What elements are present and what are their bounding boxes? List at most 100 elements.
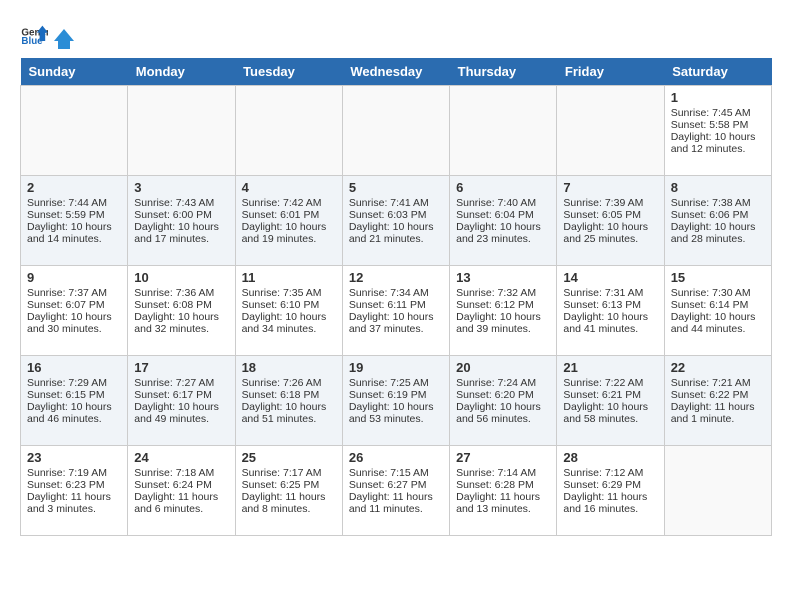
calendar-header-row: SundayMondayTuesdayWednesdayThursdayFrid… xyxy=(21,58,772,86)
day-info: Sunrise: 7:14 AM xyxy=(456,467,550,479)
day-header-monday: Monday xyxy=(128,58,235,86)
calendar-cell: 15Sunrise: 7:30 AMSunset: 6:14 PMDayligh… xyxy=(664,266,771,356)
calendar-cell: 2Sunrise: 7:44 AMSunset: 5:59 PMDaylight… xyxy=(21,176,128,266)
calendar-cell: 12Sunrise: 7:34 AMSunset: 6:11 PMDayligh… xyxy=(342,266,449,356)
day-info: Daylight: 10 hours and 51 minutes. xyxy=(242,401,336,425)
day-number: 9 xyxy=(27,270,121,285)
day-info: Daylight: 10 hours and 23 minutes. xyxy=(456,221,550,245)
day-number: 27 xyxy=(456,450,550,465)
calendar-cell: 16Sunrise: 7:29 AMSunset: 6:15 PMDayligh… xyxy=(21,356,128,446)
day-info: Daylight: 10 hours and 41 minutes. xyxy=(563,311,657,335)
day-info: Sunrise: 7:12 AM xyxy=(563,467,657,479)
calendar-cell: 24Sunrise: 7:18 AMSunset: 6:24 PMDayligh… xyxy=(128,446,235,536)
day-number: 3 xyxy=(134,180,228,195)
day-info: Sunset: 6:25 PM xyxy=(242,479,336,491)
day-info: Daylight: 11 hours and 16 minutes. xyxy=(563,491,657,515)
day-info: Sunset: 6:22 PM xyxy=(671,389,765,401)
day-info: Daylight: 11 hours and 13 minutes. xyxy=(456,491,550,515)
day-info: Sunrise: 7:39 AM xyxy=(563,197,657,209)
day-info: Sunset: 6:20 PM xyxy=(456,389,550,401)
day-number: 26 xyxy=(349,450,443,465)
day-info: Sunrise: 7:35 AM xyxy=(242,287,336,299)
calendar-cell: 6 Sunrise: 7:40 AMSunset: 6:04 PMDaylight… xyxy=(450,176,557,266)
day-info: Sunrise: 7:36 AM xyxy=(134,287,228,299)
calendar-cell: 1Sunrise: 7:45 AMSunset: 5:58 PMDaylight… xyxy=(664,86,771,176)
day-info: Sunset: 6:04 PM xyxy=(456,209,550,221)
day-info: Daylight: 11 hours and 11 minutes. xyxy=(349,491,443,515)
day-info: Daylight: 10 hours and 34 minutes. xyxy=(242,311,336,335)
day-number: 7 xyxy=(563,180,657,195)
day-info: Sunrise: 7:32 AM xyxy=(456,287,550,299)
calendar-cell: 23Sunrise: 7:19 AMSunset: 6:23 PMDayligh… xyxy=(21,446,128,536)
day-info: Sunrise: 7:24 AM xyxy=(456,377,550,389)
day-info: Sunset: 6:24 PM xyxy=(134,479,228,491)
calendar-cell xyxy=(128,86,235,176)
day-info: Sunrise: 7:37 AM xyxy=(27,287,121,299)
day-info: Daylight: 11 hours and 1 minute. xyxy=(671,401,765,425)
calendar-cell xyxy=(557,86,664,176)
day-info: Sunrise: 7:42 AM xyxy=(242,197,336,209)
day-info: Sunrise: 7:18 AM xyxy=(134,467,228,479)
day-number: 12 xyxy=(349,270,443,285)
day-number: 28 xyxy=(563,450,657,465)
day-number: 18 xyxy=(242,360,336,375)
day-number: 5 xyxy=(349,180,443,195)
calendar-cell xyxy=(664,446,771,536)
calendar-cell: 9 Sunrise: 7:37 AMSunset: 6:07 PMDaylight… xyxy=(21,266,128,356)
day-info: Sunrise: 7:43 AM xyxy=(134,197,228,209)
day-header-sunday: Sunday xyxy=(21,58,128,86)
day-header-wednesday: Wednesday xyxy=(342,58,449,86)
day-info: Sunset: 6:06 PM xyxy=(671,209,765,221)
day-info: Sunrise: 7:29 AM xyxy=(27,377,121,389)
calendar-week-row: 9Sunrise: 7:37 AMSunset: 6:07 PMDaylight… xyxy=(21,266,772,356)
day-info: Sunset: 6:14 PM xyxy=(671,299,765,311)
calendar-cell: 19Sunrise: 7:25 AMSunset: 6:19 PMDayligh… xyxy=(342,356,449,446)
logo: General Blue xyxy=(20,20,76,48)
day-info: Daylight: 10 hours and 32 minutes. xyxy=(134,311,228,335)
day-info: Sunrise: 7:44 AM xyxy=(27,197,121,209)
day-info: Sunset: 6:27 PM xyxy=(349,479,443,491)
day-number: 4 xyxy=(242,180,336,195)
day-header-thursday: Thursday xyxy=(450,58,557,86)
day-info: Daylight: 10 hours and 17 minutes. xyxy=(134,221,228,245)
day-number: 17 xyxy=(134,360,228,375)
calendar-cell: 25Sunrise: 7:17 AMSunset: 6:25 PMDayligh… xyxy=(235,446,342,536)
day-info: Sunrise: 7:19 AM xyxy=(27,467,121,479)
day-info: Sunrise: 7:26 AM xyxy=(242,377,336,389)
calendar-cell: 22Sunrise: 7:21 AMSunset: 6:22 PMDayligh… xyxy=(664,356,771,446)
day-info: Sunset: 6:29 PM xyxy=(563,479,657,491)
day-header-saturday: Saturday xyxy=(664,58,771,86)
day-number: 19 xyxy=(349,360,443,375)
day-info: Sunset: 6:07 PM xyxy=(27,299,121,311)
day-number: 22 xyxy=(671,360,765,375)
day-info: Daylight: 10 hours and 56 minutes. xyxy=(456,401,550,425)
day-info: Sunset: 6:13 PM xyxy=(563,299,657,311)
day-number: 24 xyxy=(134,450,228,465)
day-number: 11 xyxy=(242,270,336,285)
day-info: Sunset: 6:19 PM xyxy=(349,389,443,401)
day-info: Daylight: 10 hours and 19 minutes. xyxy=(242,221,336,245)
day-info: Sunrise: 7:17 AM xyxy=(242,467,336,479)
day-info: Daylight: 10 hours and 30 minutes. xyxy=(27,311,121,335)
day-number: 13 xyxy=(456,270,550,285)
day-info: Sunset: 6:08 PM xyxy=(134,299,228,311)
day-info: Daylight: 10 hours and 53 minutes. xyxy=(349,401,443,425)
page-header: General Blue xyxy=(20,20,772,48)
day-info: Sunrise: 7:27 AM xyxy=(134,377,228,389)
day-info: Sunset: 6:11 PM xyxy=(349,299,443,311)
day-info: Sunset: 6:18 PM xyxy=(242,389,336,401)
day-info: Daylight: 10 hours and 46 minutes. xyxy=(27,401,121,425)
day-number: 20 xyxy=(456,360,550,375)
day-info: Daylight: 10 hours and 28 minutes. xyxy=(671,221,765,245)
day-info: Sunrise: 7:22 AM xyxy=(563,377,657,389)
day-number: 16 xyxy=(27,360,121,375)
calendar-table: SundayMondayTuesdayWednesdayThursdayFrid… xyxy=(20,58,772,536)
calendar-week-row: 1Sunrise: 7:45 AMSunset: 5:58 PMDaylight… xyxy=(21,86,772,176)
day-info: Daylight: 10 hours and 37 minutes. xyxy=(349,311,443,335)
day-number: 6 xyxy=(456,180,550,195)
day-info: Sunrise: 7:40 AM xyxy=(456,197,550,209)
day-number: 15 xyxy=(671,270,765,285)
calendar-week-row: 16Sunrise: 7:29 AMSunset: 6:15 PMDayligh… xyxy=(21,356,772,446)
day-number: 1 xyxy=(671,90,765,105)
day-info: Sunset: 6:28 PM xyxy=(456,479,550,491)
